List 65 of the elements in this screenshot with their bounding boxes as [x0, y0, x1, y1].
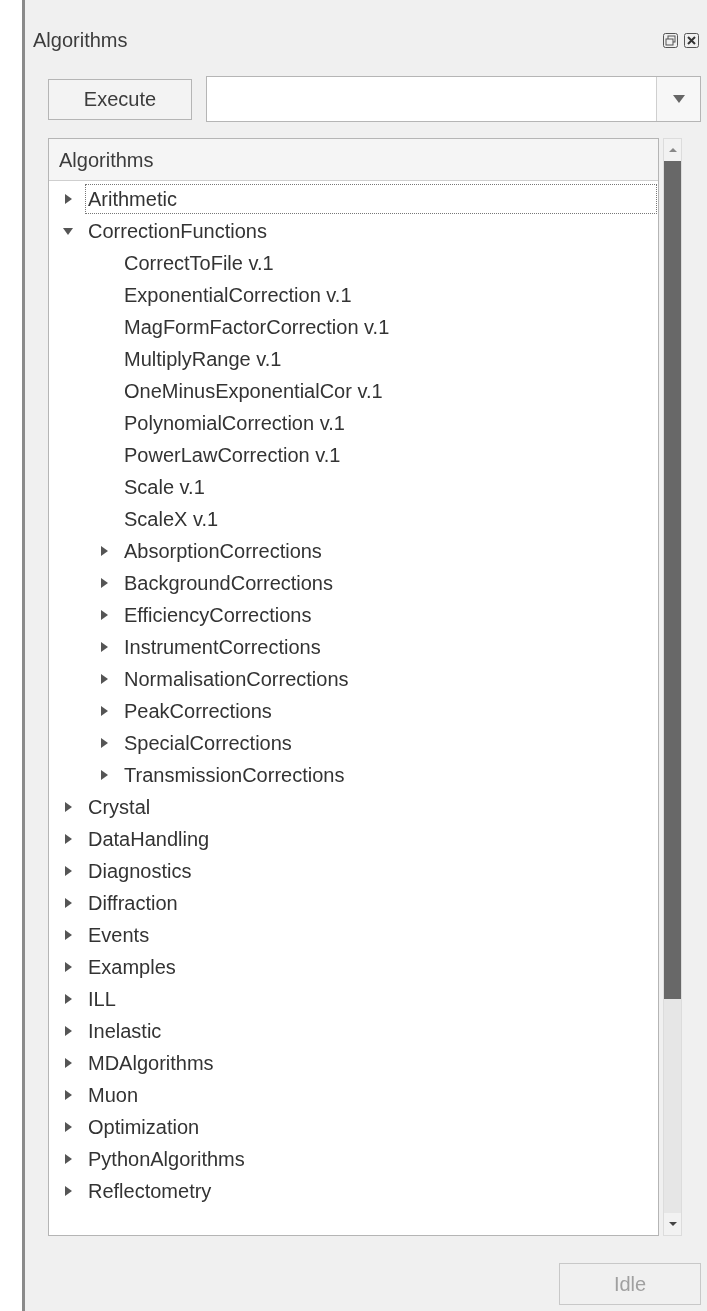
algorithm-item[interactable]: ScaleX v.1 [121, 504, 222, 534]
algorithm-item[interactable]: MultiplyRange v.1 [121, 344, 285, 374]
scrollbar-thumb[interactable] [664, 161, 681, 999]
scrollbar[interactable] [663, 138, 682, 1236]
category-item[interactable]: MDAlgorithms [85, 1048, 217, 1078]
dropdown-arrow-icon [672, 95, 685, 103]
algorithm-item[interactable]: PolynomialCorrection v.1 [121, 408, 348, 438]
scroll-down-icon[interactable] [668, 1222, 677, 1226]
panel-title: Algorithms [33, 28, 128, 53]
expand-arrow-icon[interactable] [99, 770, 109, 780]
expand-arrow-icon[interactable] [99, 674, 109, 684]
float-icon[interactable] [663, 32, 678, 48]
algorithm-item[interactable]: Scale v.1 [121, 472, 208, 502]
category-item[interactable]: InstrumentCorrections [121, 632, 324, 662]
algorithm-item[interactable]: ExponentialCorrection v.1 [121, 280, 355, 310]
expand-arrow-icon[interactable] [63, 834, 73, 844]
category-item[interactable]: BackgroundCorrections [121, 568, 336, 598]
category-item[interactable]: Inelastic [85, 1016, 165, 1046]
collapse-arrow-icon[interactable] [63, 226, 73, 236]
category-item[interactable]: Arithmetic [85, 184, 657, 214]
category-item[interactable]: TransmissionCorrections [121, 760, 348, 790]
category-item[interactable]: DataHandling [85, 824, 213, 854]
expand-arrow-icon[interactable] [63, 802, 73, 812]
expand-arrow-icon[interactable] [63, 930, 73, 940]
category-item[interactable]: Diffraction [85, 888, 181, 918]
execute-button[interactable]: Execute [48, 78, 192, 120]
expand-arrow-icon[interactable] [63, 962, 73, 972]
category-item[interactable]: PeakCorrections [121, 696, 275, 726]
algorithm-item[interactable]: CorrectToFile v.1 [121, 248, 277, 278]
close-icon[interactable] [684, 32, 699, 48]
algorithm-item[interactable]: OneMinusExponentialCor v.1 [121, 376, 386, 406]
category-item[interactable]: CorrectionFunctions [85, 216, 270, 246]
category-item[interactable]: NormalisationCorrections [121, 664, 352, 694]
expand-arrow-icon[interactable] [63, 1090, 73, 1100]
category-item[interactable]: Reflectometry [85, 1176, 215, 1206]
expand-arrow-icon[interactable] [99, 578, 109, 588]
expand-arrow-icon[interactable] [99, 546, 109, 556]
expand-arrow-icon[interactable] [99, 738, 109, 748]
algorithm-item[interactable]: PowerLawCorrection v.1 [121, 440, 344, 470]
category-item[interactable]: AbsorptionCorrections [121, 536, 325, 566]
category-item[interactable]: Muon [85, 1080, 142, 1110]
category-item[interactable]: PythonAlgorithms [85, 1144, 248, 1174]
category-item[interactable]: Optimization [85, 1112, 203, 1142]
expand-arrow-icon[interactable] [63, 994, 73, 1004]
expand-arrow-icon[interactable] [63, 866, 73, 876]
category-item[interactable]: Crystal [85, 792, 154, 822]
expand-arrow-icon[interactable] [63, 1058, 73, 1068]
category-item[interactable]: SpecialCorrections [121, 728, 295, 758]
category-item[interactable]: Diagnostics [85, 856, 195, 886]
expand-arrow-icon[interactable] [99, 706, 109, 716]
expand-arrow-icon[interactable] [99, 610, 109, 620]
expand-arrow-icon[interactable] [63, 1154, 73, 1164]
expand-arrow-icon[interactable] [63, 194, 73, 204]
scroll-up-icon[interactable] [668, 148, 677, 152]
expand-arrow-icon[interactable] [63, 1026, 73, 1036]
algorithm-item[interactable]: MagFormFactorCorrection v.1 [121, 312, 393, 342]
expand-arrow-icon[interactable] [99, 642, 109, 652]
category-item[interactable]: EfficiencyCorrections [121, 600, 315, 630]
expand-arrow-icon[interactable] [63, 1186, 73, 1196]
column-header[interactable]: Algorithms [59, 144, 154, 175]
expand-arrow-icon[interactable] [63, 1122, 73, 1132]
category-item[interactable]: Examples [85, 952, 179, 982]
category-item[interactable]: ILL [85, 984, 119, 1014]
category-item[interactable]: Events [85, 920, 153, 950]
expand-arrow-icon[interactable] [63, 898, 73, 908]
